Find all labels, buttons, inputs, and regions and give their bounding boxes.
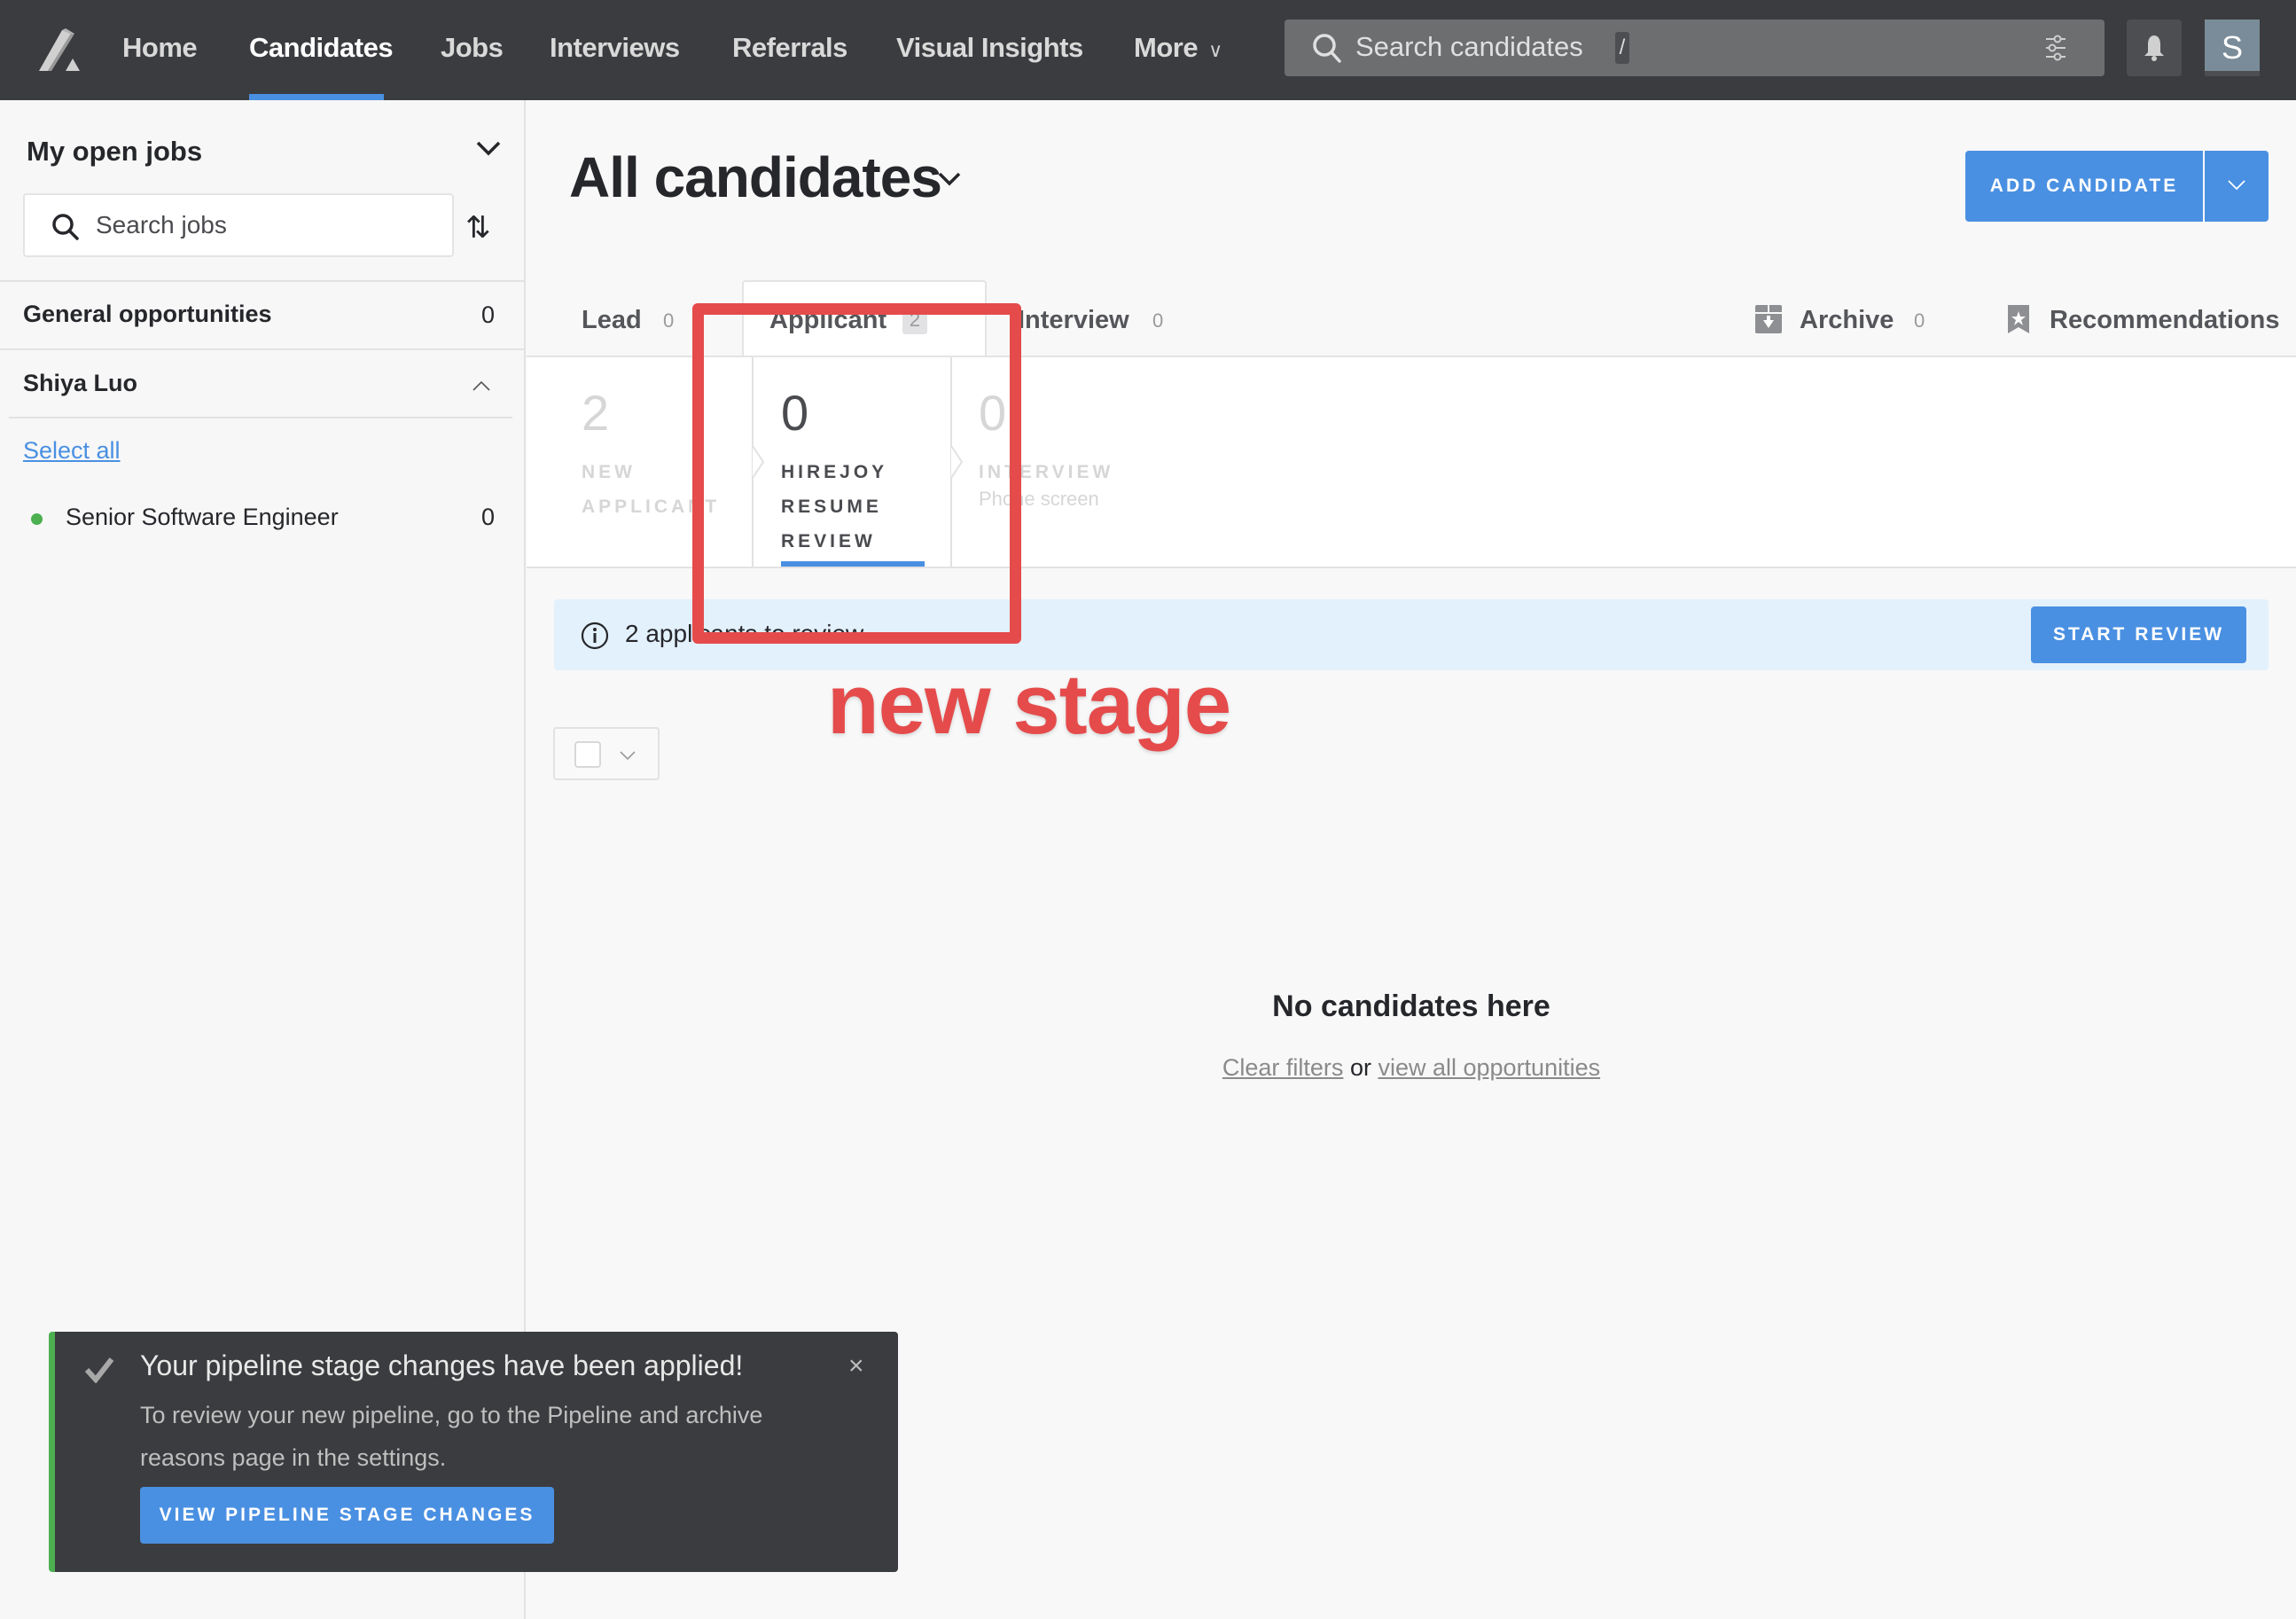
tab-lead[interactable]: Lead	[582, 306, 642, 335]
toast-title: Your pipeline stage changes have been ap…	[140, 1349, 744, 1381]
toast-body: To review your new pipeline, go to the P…	[140, 1402, 763, 1471]
annotation-highlight-box	[692, 303, 1021, 644]
owner-group-header[interactable]: Shiya Luo	[23, 370, 137, 397]
candidate-search-input[interactable]: Search candidates /	[1285, 20, 2105, 76]
general-opportunities-item[interactable]: General opportunities	[23, 301, 272, 328]
empty-state-actions: Clear filters or view all opportunities	[527, 1054, 2296, 1082]
chevron-down-icon	[620, 751, 636, 761]
page-title: All candidates	[569, 145, 942, 209]
select-all-checkbox[interactable]	[574, 741, 601, 768]
nav-referrals[interactable]: Referrals	[732, 32, 847, 64]
job-item-senior-software-engineer[interactable]: Senior Software Engineer	[66, 504, 339, 531]
tab-archive[interactable]: Archive	[1800, 306, 1894, 335]
view-pipeline-stage-changes-button[interactable]: VIEW PIPELINE STAGE CHANGES	[140, 1487, 554, 1544]
add-candidate-dropdown-button[interactable]	[2205, 151, 2269, 222]
clear-filters-link[interactable]: Clear filters	[1222, 1054, 1344, 1081]
archive-box-icon	[1755, 305, 1782, 333]
add-candidate-button[interactable]: ADD CANDIDATE	[1965, 151, 2203, 222]
notifications-button[interactable]	[2127, 20, 2182, 76]
nav-interviews[interactable]: Interviews	[550, 32, 680, 64]
nav-more-label: More	[1134, 32, 1199, 63]
search-shortcut-hint: /	[1615, 32, 1629, 64]
start-review-button[interactable]: START REVIEW	[2031, 606, 2246, 663]
chevron-down-icon	[2228, 180, 2245, 191]
search-icon	[52, 214, 79, 240]
bookmark-star-icon	[2008, 305, 2029, 333]
annotation-label: new stage	[827, 657, 1231, 752]
sort-icon[interactable]: ⇅	[465, 210, 491, 246]
job-count: 0	[481, 504, 496, 530]
sidebar-title: My open jobs	[27, 136, 203, 167]
tab-interview-count: 0	[1152, 309, 1164, 332]
tab-interview[interactable]: Interview	[1018, 306, 1129, 335]
close-icon[interactable]: ×	[848, 1351, 864, 1381]
pipeline-changes-toast: Your pipeline stage changes have been ap…	[49, 1332, 898, 1572]
divider	[9, 417, 512, 418]
nav-more[interactable]: More ∨	[1134, 32, 1222, 64]
nav-candidates[interactable]: Candidates	[249, 32, 394, 64]
lever-logo-icon[interactable]	[35, 27, 85, 71]
chevron-down-icon[interactable]	[474, 137, 503, 160]
bell-icon	[2144, 35, 2164, 61]
tab-recommendations[interactable]: Recommendations	[2050, 306, 2279, 335]
job-search-input[interactable]: Search jobs	[23, 193, 454, 257]
general-opportunities-count: 0	[481, 301, 496, 328]
empty-state-title: No candidates here	[1272, 989, 1550, 1023]
tab-lead-count: 0	[663, 309, 675, 332]
view-all-opportunities-link[interactable]: view all opportunities	[1378, 1054, 1600, 1081]
bulk-select-dropdown[interactable]	[553, 727, 660, 780]
divider	[0, 280, 524, 282]
select-all-link[interactable]: Select all	[23, 437, 121, 465]
chevron-down-icon[interactable]	[937, 171, 962, 187]
nav-jobs[interactable]: Jobs	[441, 32, 504, 64]
active-nav-indicator	[249, 94, 384, 100]
user-avatar[interactable]: S	[2205, 20, 2260, 76]
top-navigation-bar: Home Candidates Jobs Interviews Referral…	[0, 0, 2296, 100]
stage-count: 2	[582, 385, 610, 441]
filter-sliders-icon[interactable]	[2042, 34, 2069, 62]
search-icon	[1313, 34, 1341, 63]
tab-archive-count: 0	[1914, 309, 1925, 332]
info-icon	[581, 622, 609, 650]
nav-home[interactable]: Home	[122, 32, 198, 64]
divider	[0, 348, 524, 350]
or-text: or	[1349, 1054, 1371, 1081]
checkmark-icon	[84, 1357, 114, 1383]
search-placeholder: Search candidates	[1355, 31, 1583, 62]
job-status-dot	[31, 513, 43, 525]
nav-visual-insights[interactable]: Visual Insights	[896, 32, 1083, 64]
chevron-down-icon: ∨	[1208, 39, 1222, 61]
job-search-placeholder: Search jobs	[96, 211, 227, 239]
chevron-up-icon[interactable]	[472, 379, 491, 392]
